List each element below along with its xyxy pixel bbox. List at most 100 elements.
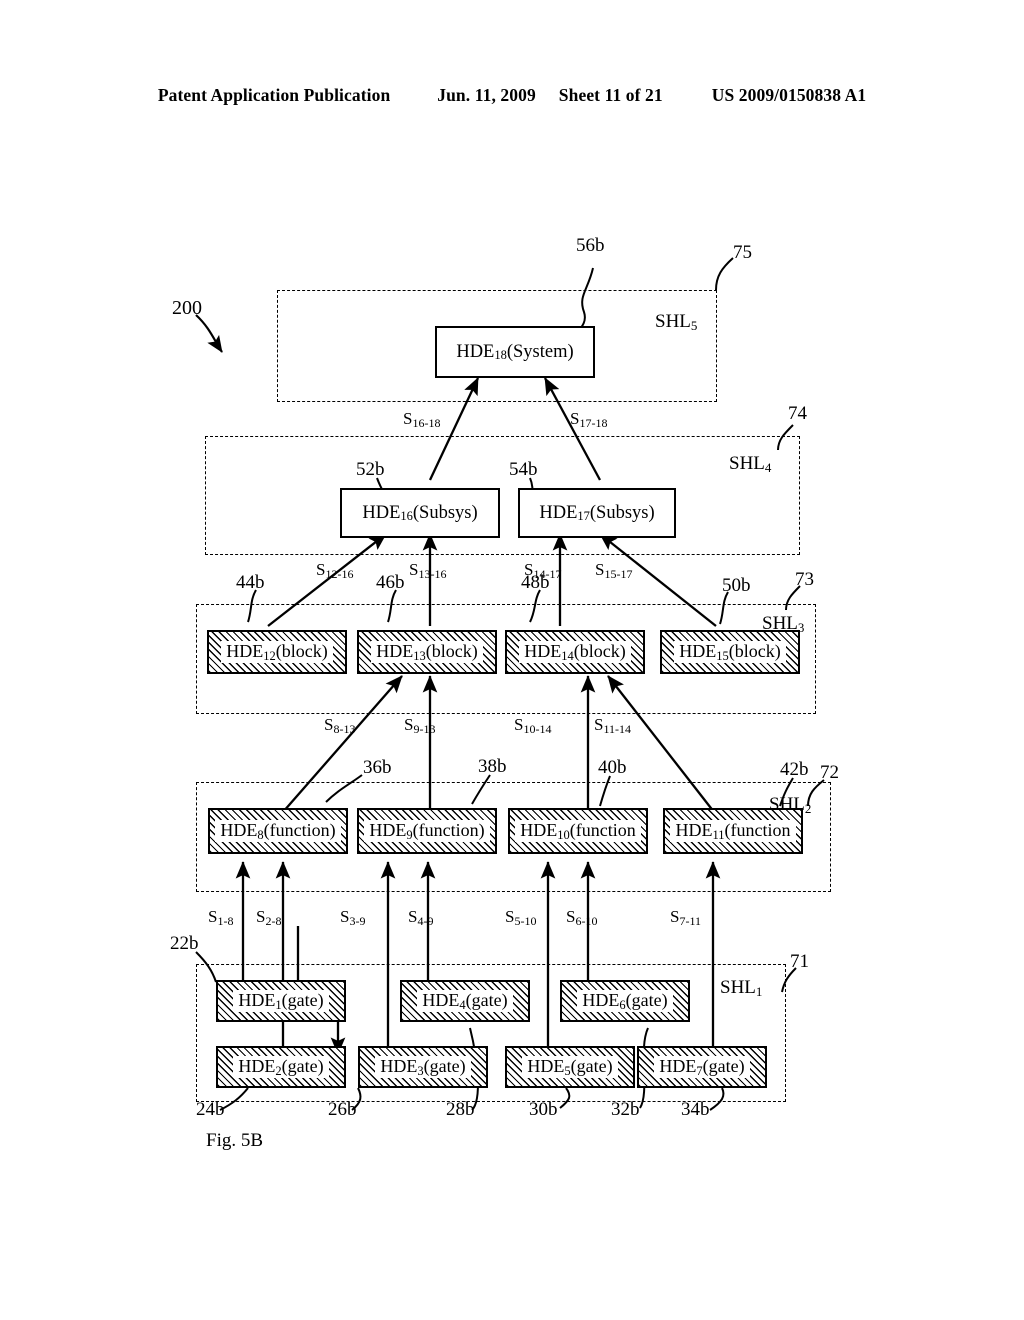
signal-s2-8-sub: 2-8 (265, 914, 282, 928)
element-hde12-block[interactable]: HDE12(block) (207, 630, 347, 674)
signal-s1-8-sub: 1-8 (217, 914, 234, 928)
signal-s4-9: S4-9 (408, 908, 433, 927)
signal-s6-10: S6-10 (566, 908, 598, 928)
element-hde7-caption: HDE7(gate) (654, 1056, 750, 1079)
element-hde4-caption: HDE4(gate) (417, 990, 513, 1013)
element-hde17-subsys[interactable]: HDE 17 (Subsys) (518, 488, 676, 538)
ref-22b: 22b (170, 933, 199, 954)
element-hde14-sub: 14 (561, 649, 574, 664)
signal-s16-18-sub: 16-18 (412, 416, 441, 430)
ref-56b: 56b (576, 235, 605, 256)
signal-s9-13-sub: 9-13 (413, 722, 436, 736)
layer-shl5-label: SHL5 (655, 311, 697, 333)
element-hde17-sub: 17 (577, 508, 590, 523)
ref-74: 74 (788, 403, 807, 424)
ref-38b: 38b (478, 756, 507, 777)
element-hde3-sub: 3 (417, 1064, 424, 1079)
element-hde9-name: HDE (369, 820, 407, 841)
layer-shl1-label: SHL1 (720, 977, 762, 999)
element-hde17-kind: (Subsys) (589, 502, 655, 523)
element-hde8-function[interactable]: HDE8(function) (208, 808, 348, 854)
element-hde4-gate[interactable]: HDE4(gate) (400, 980, 530, 1022)
ref-48b: 48b (521, 572, 550, 593)
element-hde14-kind: (block) (573, 641, 626, 662)
element-hde7-name: HDE (659, 1056, 697, 1077)
element-hde13-block[interactable]: HDE13(block) (357, 630, 497, 674)
signal-s11-14-sub: 11-14 (603, 722, 632, 736)
element-hde14-block[interactable]: HDE14(block) (505, 630, 645, 674)
element-hde6-caption: HDE6(gate) (577, 990, 673, 1013)
layer-shl1-text: SHL (720, 977, 756, 998)
element-hde13-kind: (block) (425, 641, 478, 662)
ref-28b: 28b (446, 1099, 475, 1120)
element-hde12-sub: 12 (263, 649, 276, 664)
element-hde2-sub: 2 (275, 1064, 282, 1079)
element-hde15-caption: HDE15(block) (674, 641, 786, 664)
signal-s15-17: S15-17 (595, 561, 632, 580)
signal-s7-11: S7-11 (670, 908, 702, 928)
signal-s13-16: S13-16 (409, 561, 446, 580)
signal-s12-16-sub: 12-16 (325, 567, 354, 581)
element-hde15-block[interactable]: HDE15(block) (660, 630, 800, 674)
ref-200-system: 200 (172, 297, 202, 319)
element-hde8-kind: (function) (263, 820, 336, 841)
element-hde12-name: HDE (226, 641, 264, 662)
signal-s7-11-sub: 7-11 (679, 914, 702, 928)
element-hde2-gate[interactable]: HDE2(gate) (216, 1046, 346, 1088)
element-hde16-subsys[interactable]: HDE 16 (Subsys) (340, 488, 500, 538)
element-hde4-name: HDE (422, 990, 460, 1011)
element-hde1-name: HDE (238, 990, 276, 1011)
element-hde2-name: HDE (238, 1056, 276, 1077)
element-hde15-name: HDE (679, 641, 717, 662)
element-hde3-kind: (gate) (423, 1056, 466, 1077)
ref-50b: 50b (722, 575, 751, 596)
element-hde17-name: HDE (539, 502, 578, 523)
element-hde3-gate[interactable]: HDE3(gate) (358, 1046, 488, 1088)
element-hde10-caption: HDE10(function (515, 820, 641, 842)
element-hde18-system[interactable]: HDE 18 (System) (435, 326, 595, 378)
element-hde11-kind: (function (724, 820, 791, 841)
element-hde11-caption: HDE11(function (670, 820, 796, 842)
layer-shl4-label: SHL4 (729, 453, 771, 475)
element-hde6-gate[interactable]: HDE6(gate) (560, 980, 690, 1022)
element-hde14-caption: HDE14(block) (519, 641, 631, 664)
ref-30b: 30b (529, 1099, 558, 1120)
element-hde6-name: HDE (582, 990, 620, 1011)
element-hde6-sub: 6 (619, 998, 626, 1013)
signal-s8-13-sub: 8-13 (333, 722, 356, 736)
element-hde3-caption: HDE3(gate) (375, 1056, 471, 1079)
signal-s6-10-sub: 6-10 (575, 914, 598, 928)
element-hde10-sub: 10 (557, 828, 570, 842)
signal-s17-18-sub: 17-18 (579, 416, 608, 430)
element-hde2-kind: (gate) (281, 1056, 324, 1077)
element-hde5-kind: (gate) (570, 1056, 613, 1077)
element-hde7-gate[interactable]: HDE7(gate) (637, 1046, 767, 1088)
element-hde11-function[interactable]: HDE11(function (663, 808, 803, 854)
ref-24b: 24b (196, 1099, 225, 1120)
element-hde9-function[interactable]: HDE9(function) (357, 808, 497, 854)
element-hde9-sub: 9 (406, 828, 413, 843)
ref-42b: 42b (780, 759, 809, 780)
signal-s11-14: S11-14 (594, 716, 632, 736)
element-hde1-gate[interactable]: HDE1(gate) (216, 980, 346, 1022)
element-hde5-name: HDE (527, 1056, 565, 1077)
ref-72: 72 (820, 762, 839, 783)
signal-s16-18: S16-18 (403, 410, 441, 430)
element-hde15-sub: 15 (716, 649, 729, 664)
ref-54b: 54b (509, 459, 538, 480)
signal-s12-16: S12-16 (316, 561, 354, 581)
signal-s5-10-sub: 5-10 (514, 914, 537, 928)
figure-caption: Fig. 5B (206, 1130, 264, 1151)
element-hde7-sub: 7 (696, 1064, 703, 1079)
patent-figure-5b: SHL5 75 HDE 18 (System) 56b 200 S16-18 S17… (0, 0, 1024, 1320)
element-hde4-sub: 4 (459, 998, 466, 1013)
layer-shl1-sub: 1 (755, 984, 763, 999)
element-hde7-kind: (gate) (702, 1056, 745, 1077)
signal-s3-9-sub: 3-9 (349, 914, 366, 928)
signal-s5-10: S5-10 (505, 908, 537, 928)
element-hde5-gate[interactable]: HDE5(gate) (505, 1046, 635, 1088)
element-hde10-function[interactable]: HDE10(function (508, 808, 648, 854)
signal-s17-18: S17-18 (570, 410, 608, 430)
element-hde15-kind: (block) (728, 641, 781, 662)
element-hde10-name: HDE (520, 820, 558, 841)
